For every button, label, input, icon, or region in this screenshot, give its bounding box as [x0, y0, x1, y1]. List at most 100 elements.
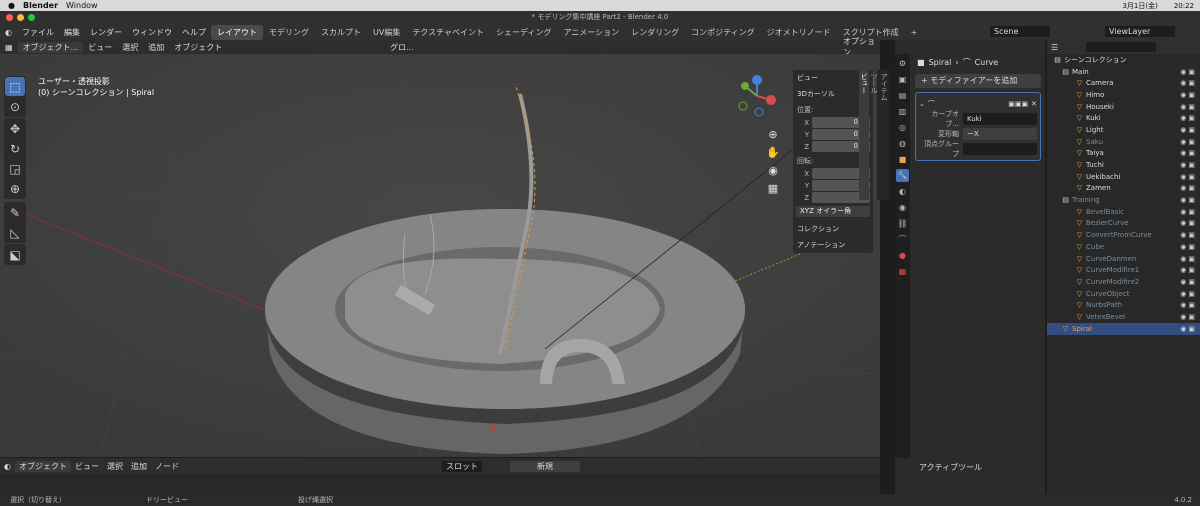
- mode-selector[interactable]: オブジェクト...: [17, 41, 84, 53]
- tab-geometry-nodes[interactable]: ジオメトリノード: [761, 25, 837, 40]
- apple-icon[interactable]: ●: [8, 1, 15, 10]
- measure-tool[interactable]: ◺: [5, 223, 25, 242]
- outliner-item-spiral[interactable]: ▽ Spiral ◉▣: [1047, 322, 1200, 335]
- outliner-item-curvemodifire2[interactable]: ▽ CurveModifire2 ◉▣: [1047, 276, 1200, 288]
- visibility-icon[interactable]: ◉▣: [1180, 231, 1197, 239]
- outliner-item-vetexbevel[interactable]: ▽ VetexBevel ◉▣: [1047, 311, 1200, 323]
- tab-uv[interactable]: UV編集: [367, 25, 406, 40]
- tab-tool[interactable]: ツール: [869, 70, 879, 200]
- bottom-add-menu[interactable]: 追加: [127, 461, 151, 472]
- tab-modeling[interactable]: モデリング: [263, 25, 315, 40]
- active-tool-label[interactable]: アクティブツール: [895, 458, 1045, 477]
- outliner-editor-icon[interactable]: ☰: [1051, 43, 1058, 52]
- visibility-icon[interactable]: ◉▣: [1180, 290, 1197, 298]
- zoom-icon[interactable]: ⊕: [766, 126, 780, 144]
- scene-selector[interactable]: Scene: [990, 26, 1050, 37]
- rotation-mode-select[interactable]: XYZ オイラー角: [796, 206, 870, 217]
- add-workspace-button[interactable]: +: [905, 26, 924, 39]
- outliner-item-curveobject[interactable]: ▽ CurveObject ◉▣: [1047, 288, 1200, 300]
- output-tab-icon[interactable]: ▤: [896, 89, 909, 102]
- menu-edit[interactable]: 編集: [59, 27, 85, 38]
- move-tool[interactable]: ✥: [5, 119, 25, 138]
- bottom-view-menu[interactable]: ビュー: [71, 461, 103, 472]
- curve-object-field[interactable]: Kuki: [963, 113, 1037, 125]
- editor-type-icon[interactable]: ▦: [0, 43, 18, 52]
- annotate-tool[interactable]: ✎: [5, 203, 25, 222]
- scene-tab-icon[interactable]: ◎: [896, 121, 909, 134]
- outliner-item-curvemodifire1[interactable]: ▽ CurveModifire1 ◉▣: [1047, 264, 1200, 276]
- tab-layout[interactable]: レイアウト: [210, 24, 263, 40]
- outliner-item-saku[interactable]: ▽ Saku ◉▣: [1047, 136, 1200, 148]
- visibility-icon[interactable]: ◉▣: [1180, 126, 1197, 134]
- material-tab-icon[interactable]: ●: [896, 249, 909, 262]
- outliner-item-uekibachi[interactable]: ▽ Uekibachi ◉▣: [1047, 171, 1200, 183]
- tool-tab-icon[interactable]: ⚙: [896, 57, 909, 70]
- close-window-button[interactable]: [6, 14, 13, 21]
- navigation-gizmo[interactable]: [735, 74, 780, 119]
- visibility-icon[interactable]: ◉▣: [1180, 255, 1197, 263]
- visibility-icon[interactable]: ◉▣: [1180, 325, 1197, 333]
- slot-selector[interactable]: スロット: [442, 460, 482, 472]
- physics-tab-icon[interactable]: ◉: [896, 201, 909, 214]
- bottom-select-menu[interactable]: 選択: [103, 461, 127, 472]
- minimize-button[interactable]: [17, 14, 24, 21]
- visibility-icon[interactable]: ◉▣: [1180, 184, 1197, 192]
- tab-rendering[interactable]: レンダリング: [625, 25, 685, 40]
- scale-tool[interactable]: ◲: [5, 159, 25, 178]
- outliner-item-zamen[interactable]: ▽ Zamen ◉▣: [1047, 183, 1200, 195]
- outliner-item-kuki[interactable]: ▽ Kuki ◉▣: [1047, 112, 1200, 124]
- outliner-item-himo[interactable]: ▽ Himo ◉▣: [1047, 89, 1200, 101]
- window-menu[interactable]: Window: [66, 1, 98, 10]
- cursor-tool[interactable]: ⊙: [5, 97, 25, 116]
- data-tab-icon[interactable]: ⌒: [896, 233, 909, 246]
- rotate-tool[interactable]: ↻: [5, 139, 25, 158]
- menu-select[interactable]: 選択: [117, 42, 143, 53]
- view-layer-tab-icon[interactable]: ▥: [896, 105, 909, 118]
- outliner-item-taiya[interactable]: ▽ Taiya ◉▣: [1047, 148, 1200, 160]
- outliner-item-main[interactable]: ▤ Main ◉▣: [1047, 66, 1200, 78]
- outliner-search[interactable]: [1086, 42, 1157, 52]
- add-cube-tool[interactable]: ⬕: [5, 245, 25, 264]
- outliner-item-training[interactable]: ▤ Training ◉▣: [1047, 194, 1200, 206]
- outliner-item-beziercurve[interactable]: ▽ BezierCurve ◉▣: [1047, 218, 1200, 230]
- panel-collection[interactable]: コレクション: [793, 221, 873, 237]
- new-material-button[interactable]: 新規: [510, 460, 580, 472]
- visibility-icon[interactable]: ◉▣: [1180, 114, 1197, 122]
- tab-sculpt[interactable]: スカルプト: [315, 25, 367, 40]
- visibility-icon[interactable]: ◉▣: [1180, 79, 1197, 87]
- viewlayer-selector[interactable]: ViewLayer: [1105, 26, 1175, 37]
- select-box-tool[interactable]: ⬚: [5, 77, 25, 96]
- outliner-item-curvedanmen[interactable]: ▽ CurveDanmen ◉▣: [1047, 253, 1200, 265]
- grid-view-icon[interactable]: ▦: [766, 180, 780, 198]
- pan-hand-icon[interactable]: ✋: [766, 144, 780, 162]
- menu-view[interactable]: ビュー: [83, 42, 117, 53]
- tab-texture-paint[interactable]: テクスチャペイント: [406, 25, 490, 40]
- outliner-item-cube[interactable]: ▽ Cube ◉▣: [1047, 241, 1200, 253]
- bottom-mode-selector[interactable]: オブジェクト: [14, 460, 71, 472]
- world-tab-icon[interactable]: ◍: [896, 137, 909, 150]
- 3d-viewport[interactable]: ✳ ⬚ ⊙ ✥ ↻ ◲ ⊕ ✎ ◺ ⬕ ユーザー・透視投影 (0) シーンコレク…: [0, 54, 880, 457]
- object-tab-icon[interactable]: ■: [896, 153, 909, 166]
- particles-tab-icon[interactable]: ◐: [896, 185, 909, 198]
- transform-orientation[interactable]: グロ...: [385, 42, 419, 53]
- outliner-item-tuchi[interactable]: ▽ Tuchi ◉▣: [1047, 159, 1200, 171]
- tab-view[interactable]: ビュー: [859, 70, 869, 200]
- visibility-icon[interactable]: ◉▣: [1180, 208, 1197, 216]
- visibility-icon[interactable]: ◉▣: [1180, 138, 1197, 146]
- visibility-icon[interactable]: ◉▣: [1180, 301, 1197, 309]
- blender-logo-icon[interactable]: ◐: [0, 28, 17, 37]
- scene-collection-row[interactable]: ▤ シーンコレクション: [1047, 54, 1200, 66]
- outliner-item-camera[interactable]: ▽ Camera ◉▣: [1047, 77, 1200, 89]
- visibility-icon[interactable]: ◉▣: [1180, 173, 1197, 181]
- constraints-tab-icon[interactable]: ⛓: [896, 217, 909, 230]
- tab-shading[interactable]: シェーディング: [490, 25, 557, 40]
- deform-axis-select[interactable]: ーX: [963, 128, 1037, 140]
- visibility-icon[interactable]: ◉▣: [1180, 219, 1197, 227]
- texture-tab-icon[interactable]: ▦: [896, 265, 909, 278]
- visibility-icon[interactable]: ◉▣: [1180, 278, 1197, 286]
- outliner-item-convertfromcurve[interactable]: ▽ ConvertFromCurve ◉▣: [1047, 229, 1200, 241]
- menu-render[interactable]: レンダー: [85, 27, 127, 38]
- visibility-icon[interactable]: ◉▣: [1180, 103, 1197, 111]
- modifier-tab-icon[interactable]: 🔧: [896, 169, 909, 182]
- menu-file[interactable]: ファイル: [17, 27, 59, 38]
